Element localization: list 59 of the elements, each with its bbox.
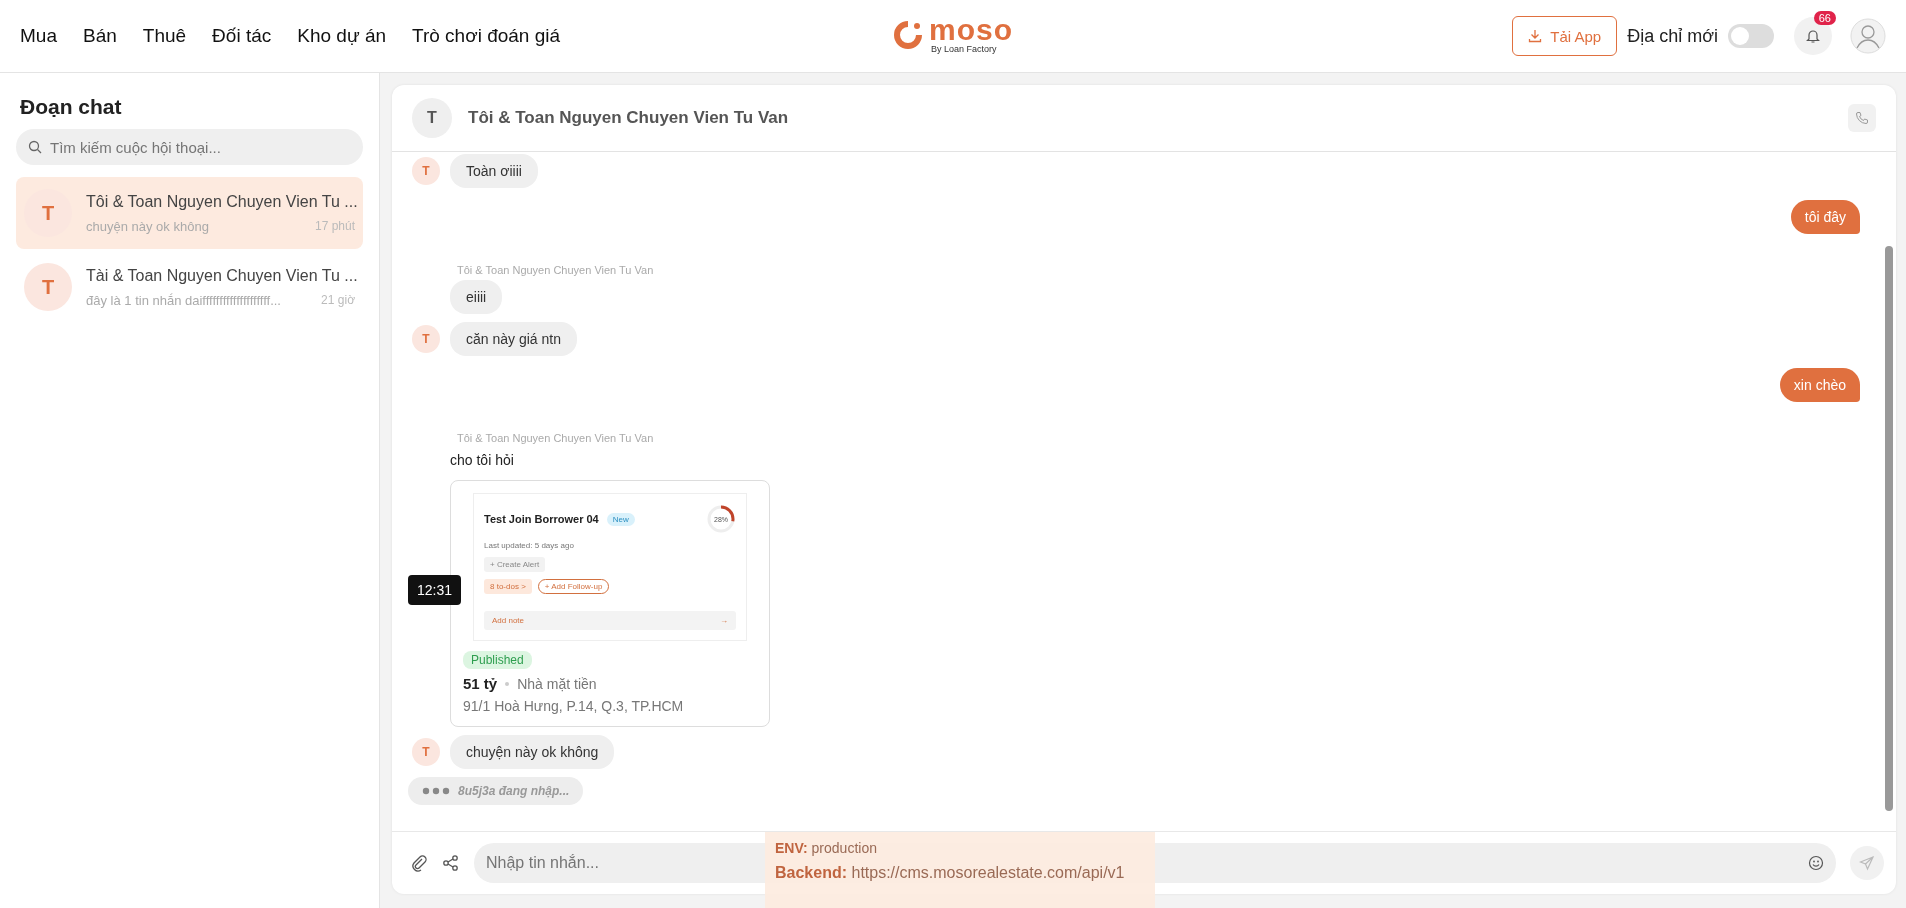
avatar: T (412, 98, 452, 138)
typing-dots-icon (422, 787, 450, 795)
last-updated-text: Last updated: 5 days ago (484, 541, 574, 550)
message-bubble: chuyện này ok không (450, 735, 615, 769)
typing-text: 8u5j3a đang nhập... (458, 784, 570, 798)
backend-url-text: Backend: https://cms.mosorealestate.com/api/v1 (775, 864, 1126, 882)
nav-link[interactable]: Kho dự án (297, 25, 387, 47)
nav-link[interactable]: Thuê (142, 25, 187, 47)
attach-icon[interactable] (410, 854, 428, 872)
time-tooltip: 12:31 (408, 575, 462, 605)
nav-link[interactable]: Bán (82, 25, 117, 47)
conversation-name: Tài & Toan Nguyen Chuyen Vien Tu ... (86, 266, 355, 285)
message-bubble: Toàn ơiiii (450, 154, 538, 188)
send-button[interactable] (1850, 846, 1884, 880)
send-icon (1859, 855, 1875, 871)
timestamp: 17 phút (314, 218, 355, 234)
chat-title: Tôi & Toan Nguyen Chuyen Vien Tu Van (468, 108, 789, 128)
avatar: T (412, 157, 440, 185)
message-bubble: xin chèo (1779, 368, 1860, 402)
phone-icon (1855, 111, 1869, 125)
notification-badge: 66 (1813, 11, 1836, 25)
avatar: T (412, 325, 440, 353)
conversation-name: Tôi & Toan Nguyen Chuyen Vien Tu ... (86, 192, 355, 211)
message-text: cho tôi hỏi (450, 452, 515, 468)
sidebar-title: Đoạn chat (20, 95, 123, 119)
user-avatar-icon[interactable] (1850, 18, 1886, 54)
address: 91/1 Hoà Hưng, P.14, Q.3, TP.HCM (463, 698, 685, 714)
message-bubble: căn này giá ntn (450, 322, 577, 356)
call-button[interactable] (1848, 104, 1876, 132)
bell-icon (1805, 28, 1821, 44)
message-preview: đây là 1 tin nhắn daiffffffffffffffffffff... (86, 292, 281, 308)
conversation-item[interactable]: T Tôi & Toan Nguyen Chuyen Vien Tu ... chuyện này ok không 17 phút (16, 177, 363, 249)
listing-title: Test Join Borrower 04 (484, 513, 599, 525)
toggle-label: Địa chỉ mới (1627, 25, 1718, 47)
property-type: Nhà mặt tiền (517, 675, 597, 692)
new-badge: New (606, 512, 635, 526)
timestamp: 21 giờ (321, 292, 355, 308)
logo[interactable]: moso By Loan Factory (893, 16, 1013, 54)
price: 51 tỷ (463, 675, 498, 692)
message-preview: chuyện này ok không (86, 218, 209, 234)
avatar: T (24, 263, 72, 311)
logo-icon (893, 20, 923, 50)
nav-link[interactable]: Mua (20, 25, 57, 47)
download-icon (1528, 29, 1543, 43)
sender-name: Tôi & Toan Nguyen Chuyen Vien Tu Van (457, 432, 655, 444)
nav-link[interactable]: Đối tác (212, 25, 272, 47)
sender-name: Tôi & Toan Nguyen Chuyen Vien Tu Van (457, 264, 655, 276)
status-badge: Published (463, 651, 532, 669)
avatar: T (412, 738, 440, 766)
environment-text: ENV: production (775, 840, 878, 856)
message-bubble: eiiii (450, 280, 503, 314)
message-bubble: tôi đây (1790, 200, 1860, 234)
toggle-switch[interactable] (1728, 24, 1774, 48)
search-icon (28, 140, 42, 154)
share-icon[interactable] (442, 854, 460, 872)
emoji-icon[interactable] (1808, 855, 1824, 871)
nav-link[interactable]: Trò chơi đoán giá (412, 25, 561, 47)
avatar: T (24, 189, 72, 237)
conversation-item[interactable]: T Tài & Toan Nguyen Chuyen Vien Tu ... đây là 1 tin nhắn daiffffffffffffffffffff... 21 giờ (16, 251, 363, 323)
